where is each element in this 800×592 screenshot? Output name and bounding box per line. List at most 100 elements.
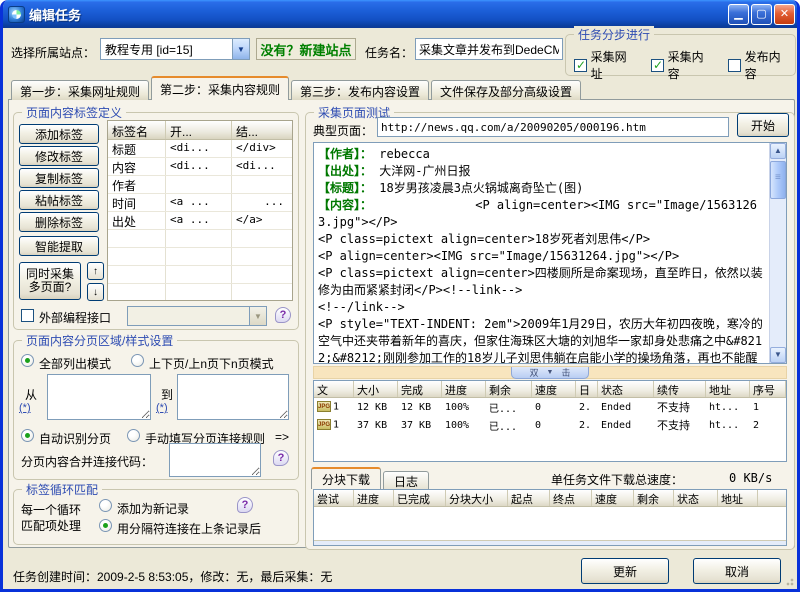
- resize-grip[interactable]: [783, 575, 795, 587]
- blocks-col-header[interactable]: 地址: [718, 490, 758, 506]
- radio-new-record[interactable]: [99, 499, 112, 512]
- blocks-col-header[interactable]: 剩余: [634, 490, 674, 506]
- test-result-box[interactable]: 【作者】： rebecca【出处】： 大洋网-广州日报【标题】： 18岁男孩凌晨…: [313, 142, 787, 364]
- checkbox-icon[interactable]: [574, 59, 587, 72]
- arrow-down-icon[interactable]: ↓: [87, 283, 104, 301]
- file-cell: 1: [750, 402, 786, 413]
- minimize-icon[interactable]: ▁: [728, 4, 749, 25]
- files-col-header[interactable]: 进度: [442, 381, 486, 397]
- update-button[interactable]: 更新: [581, 558, 669, 584]
- tag-button-2[interactable]: 修改标签: [19, 146, 99, 166]
- splitter-grip: 击: [561, 368, 570, 378]
- tag-col-header[interactable]: 开...: [166, 121, 232, 139]
- file-row[interactable]: JPG137 KB37 KB100%已...02.Ended不支持ht...2: [314, 416, 786, 434]
- table-cell: 出处: [108, 212, 166, 229]
- blocks-col-header[interactable]: 状态: [674, 490, 718, 506]
- subtab-2[interactable]: 日志: [383, 471, 429, 489]
- radio-join-record[interactable]: [99, 519, 112, 532]
- table-row[interactable]: [108, 248, 292, 266]
- blocks-col-header[interactable]: 起点: [508, 490, 550, 506]
- radio-list-all[interactable]: [21, 354, 34, 367]
- files-col-header[interactable]: 序号: [750, 381, 786, 397]
- blocks-table[interactable]: 尝试进度已完成分块大小起点终点速度剩余状态地址: [313, 489, 787, 546]
- tag-button-4[interactable]: 粘帖标签: [19, 190, 99, 210]
- table-row[interactable]: [108, 284, 292, 301]
- radio-auto-paging[interactable]: [21, 429, 34, 442]
- splitter-bar[interactable]: 双 ▼ 击: [313, 366, 787, 379]
- external-api-checkbox[interactable]: [21, 309, 34, 322]
- files-col-header[interactable]: 状态: [598, 381, 654, 397]
- tag-button-3[interactable]: 复制标签: [19, 168, 99, 188]
- file-cell: ht...: [706, 402, 750, 413]
- scrollbar-thumb[interactable]: [770, 161, 786, 199]
- blocks-col-header[interactable]: 进度: [354, 490, 394, 506]
- files-col-header[interactable]: 大小: [354, 381, 398, 397]
- radio-manual-paging[interactable]: [127, 429, 140, 442]
- titlebar[interactable]: 编辑任务 ▁ ▢ ✕: [0, 0, 800, 28]
- files-col-header[interactable]: 剩余: [486, 381, 532, 397]
- table-row[interactable]: [108, 266, 292, 284]
- blocks-col-header[interactable]: 尝试: [314, 490, 354, 506]
- help-icon[interactable]: ?: [237, 497, 253, 513]
- files-col-header[interactable]: 日: [576, 381, 598, 397]
- files-col-header[interactable]: 地址: [706, 381, 750, 397]
- table-row[interactable]: 作者: [108, 176, 292, 194]
- blocks-col-header[interactable]: 终点: [550, 490, 592, 506]
- blocks-col-header[interactable]: 已完成: [394, 490, 446, 506]
- file-row[interactable]: JPG112 KB12 KB100%已...02.Ended不支持ht...1: [314, 398, 786, 416]
- tab-step-4[interactable]: 文件保存及部分高级设置: [431, 80, 581, 100]
- arrow-up-icon[interactable]: ↑: [87, 262, 104, 280]
- table-row[interactable]: 时间<a ......: [108, 194, 292, 212]
- multi-page-button[interactable]: 同时采集多页面?: [19, 262, 81, 300]
- paging-from-input[interactable]: [47, 374, 151, 420]
- maximize-icon[interactable]: ▢: [751, 4, 772, 25]
- scroll-up-icon[interactable]: ▲: [770, 143, 786, 159]
- files-col-header[interactable]: 续传: [654, 381, 706, 397]
- manual-rule-arrow[interactable]: =>: [275, 430, 289, 444]
- table-cell: [232, 230, 288, 247]
- tag-button-6[interactable]: 智能提取: [19, 236, 99, 256]
- loop-desc-line1: 每一个循环: [21, 501, 81, 518]
- table-row[interactable]: 内容<di...<di...: [108, 158, 292, 176]
- new-site-button[interactable]: 没有？新建站点: [256, 38, 356, 60]
- typical-page-url-input[interactable]: [377, 117, 729, 137]
- start-button[interactable]: 开始: [737, 113, 789, 137]
- chevron-down-icon[interactable]: ▼: [232, 39, 249, 59]
- table-row[interactable]: 出处<a ...</a>: [108, 212, 292, 230]
- paging-to-input[interactable]: [177, 374, 289, 420]
- site-select[interactable]: 教程专用 [id=15] ▼: [100, 38, 250, 60]
- checkbox-icon[interactable]: [728, 59, 741, 72]
- vertical-scrollbar[interactable]: ▲ ▼: [769, 143, 786, 363]
- tag-col-header[interactable]: 结...: [232, 121, 288, 139]
- checkbox-icon[interactable]: [651, 59, 664, 72]
- files-col-header[interactable]: 速度: [532, 381, 576, 397]
- tab-step-2[interactable]: 第二步：采集内容规则: [151, 76, 289, 100]
- tag-button-5[interactable]: 删除标签: [19, 212, 99, 232]
- cancel-button[interactable]: 取消: [693, 558, 781, 584]
- download-files-table[interactable]: 文大小完成进度剩余速度日状态续传地址序号 JPG112 KB12 KB100%已…: [313, 380, 787, 462]
- subtab-1[interactable]: 分块下载: [311, 467, 381, 489]
- tag-table[interactable]: 标签名开...结... 标题<di...</div>内容<di...<di...…: [107, 120, 293, 301]
- tag-button-1[interactable]: 添加标签: [19, 124, 99, 144]
- files-col-header[interactable]: 完成: [398, 381, 442, 397]
- table-cell: [108, 248, 166, 265]
- task-name-input[interactable]: [415, 38, 563, 60]
- close-icon[interactable]: ✕: [774, 4, 795, 25]
- tab-step-3[interactable]: 第三步：发布内容设置: [291, 80, 429, 100]
- merge-code-input[interactable]: [169, 443, 261, 477]
- table-cell: [232, 266, 288, 283]
- help-icon[interactable]: ?: [275, 307, 291, 323]
- tab-step-1[interactable]: 第一步：采集网址规则: [11, 80, 149, 100]
- blocks-col-header[interactable]: 分块大小: [446, 490, 508, 506]
- files-col-header[interactable]: 文: [314, 381, 354, 397]
- splitter-collapse-handle[interactable]: 双 ▼ 击: [511, 367, 589, 379]
- file-cell: 12 KB: [354, 402, 398, 413]
- table-row[interactable]: [108, 230, 292, 248]
- scroll-down-icon[interactable]: ▼: [770, 347, 786, 363]
- horizontal-scrollbar[interactable]: [314, 540, 786, 545]
- blocks-col-header[interactable]: 速度: [592, 490, 634, 506]
- tag-col-header[interactable]: 标签名: [108, 121, 166, 139]
- radio-updown-mode[interactable]: [131, 354, 144, 367]
- table-row[interactable]: 标题<di...</div>: [108, 140, 292, 158]
- help-icon[interactable]: ?: [273, 450, 289, 466]
